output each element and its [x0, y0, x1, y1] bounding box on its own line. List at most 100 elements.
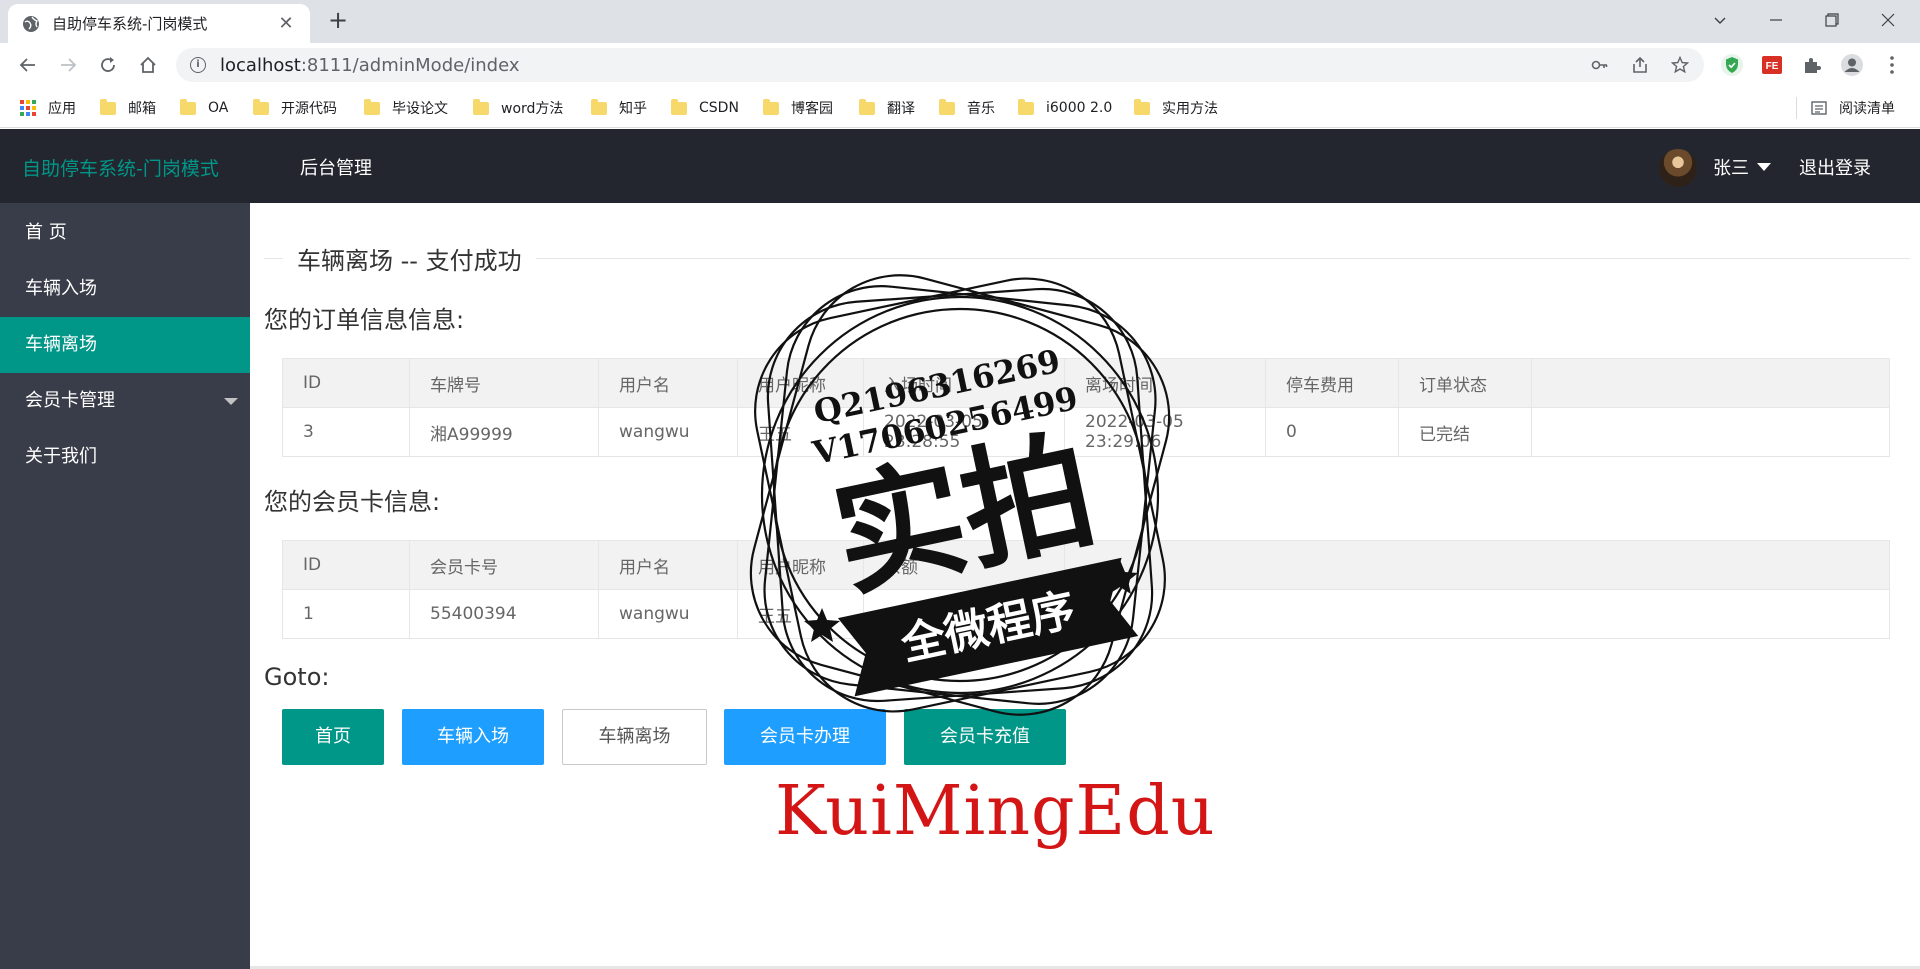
- bookmark-label: CSDN: [699, 100, 739, 116]
- table-cell: 1: [282, 589, 410, 639]
- folder-icon: [763, 98, 779, 115]
- back-icon[interactable]: [12, 49, 44, 81]
- folder-icon: [859, 98, 875, 115]
- table-header: 会员卡号: [409, 540, 599, 590]
- new-tab-button[interactable]: +: [324, 6, 352, 34]
- apps-grid-icon: [20, 100, 36, 116]
- bookmark-folder[interactable]: CSDN: [671, 97, 739, 119]
- app-header: 自助停车系统-门岗模式 后台管理 张三 退出登录: [0, 129, 1920, 203]
- bookmark-folder[interactable]: 翻译: [859, 97, 915, 119]
- bookmark-label: 博客园: [791, 101, 833, 117]
- url-host: localhost: [220, 54, 301, 76]
- globe-icon: [23, 15, 39, 32]
- bookmark-label: 实用方法: [1162, 101, 1218, 117]
- bookmark-label: 知乎: [619, 101, 647, 117]
- table-cell: [1531, 407, 1890, 457]
- table-cell: 0: [1265, 407, 1399, 457]
- user-name[interactable]: 张三: [1713, 154, 1749, 180]
- folder-icon: [473, 98, 489, 115]
- bookmark-label: word方法: [501, 101, 564, 117]
- kebab-menu-icon[interactable]: [1880, 53, 1904, 77]
- bookmark-folder[interactable]: 知乎: [591, 97, 647, 119]
- sidebar-item-vehicle-exit[interactable]: 车辆离场: [0, 317, 250, 373]
- bookmark-label: 邮箱: [128, 101, 156, 117]
- sidebar-item-member-card[interactable]: 会员卡管理: [0, 373, 250, 429]
- folder-icon: [1018, 98, 1034, 115]
- chevron-down-icon[interactable]: [1692, 0, 1748, 40]
- bookmark-folder[interactable]: 博客园: [763, 97, 833, 119]
- home-icon[interactable]: [132, 49, 164, 81]
- forward-icon[interactable]: [52, 49, 84, 81]
- page-title: 车辆离场 -- 支付成功: [283, 241, 536, 276]
- bookmark-label: 翻译: [887, 101, 915, 117]
- bookmark-label: 毕设论文: [392, 101, 448, 117]
- sidebar-item-label: 会员卡管理: [25, 390, 115, 411]
- fe-extension-icon[interactable]: FE: [1760, 53, 1784, 77]
- bookmark-folder[interactable]: 开源代码: [253, 97, 337, 119]
- bookmark-label: i6000 2.0: [1046, 100, 1113, 116]
- table-cell: wangwu: [598, 589, 738, 639]
- profile-icon[interactable]: [1840, 53, 1864, 77]
- minimize-button[interactable]: [1748, 0, 1804, 40]
- bookmarks-bar: 应用 邮箱 OA 开源代码 毕设论文 word方法 知乎 CSDN 博客园 翻译…: [0, 87, 1920, 128]
- bookmark-folder[interactable]: OA: [180, 97, 228, 119]
- site-info-icon[interactable]: i: [190, 57, 206, 73]
- sidebar: 首 页 车辆入场 车辆离场 会员卡管理 关于我们: [0, 203, 250, 969]
- logout-link[interactable]: 退出登录: [1799, 154, 1871, 180]
- folder-icon: [591, 98, 607, 115]
- bookmark-label: OA: [208, 100, 229, 116]
- table-cell: wangwu: [598, 407, 738, 457]
- app-logo[interactable]: 自助停车系统-门岗模式: [22, 154, 219, 181]
- chevron-down-icon: [224, 398, 238, 405]
- table-cell: 3: [282, 407, 410, 457]
- watermark-footer: KuiMingEdu: [775, 772, 1216, 851]
- browser-tab[interactable]: 自助停车系统-门岗模式 ✕: [8, 4, 310, 43]
- bookmark-label: 开源代码: [281, 101, 337, 117]
- avatar[interactable]: [1659, 149, 1697, 187]
- table-header: ID: [282, 540, 410, 590]
- bookmark-star-icon[interactable]: [1670, 55, 1690, 76]
- key-icon[interactable]: [1590, 56, 1610, 76]
- bookmark-folder[interactable]: 实用方法: [1134, 97, 1218, 119]
- table-header: ID: [282, 358, 410, 408]
- browser-toolbar: i localhost:8111/adminMode/index FE: [0, 43, 1920, 87]
- table-header: 订单状态: [1398, 358, 1532, 408]
- bookmark-folder[interactable]: 音乐: [939, 97, 995, 119]
- address-bar[interactable]: i localhost:8111/adminMode/index: [176, 48, 1704, 82]
- table-cell: 已完结: [1398, 407, 1532, 457]
- user-menu-caret-icon[interactable]: [1757, 163, 1771, 171]
- bookmark-apps[interactable]: 应用: [20, 97, 76, 119]
- sidebar-item-about[interactable]: 关于我们: [0, 429, 250, 485]
- table-header: 停车费用: [1265, 358, 1399, 408]
- browser-tab-bar: 自助停车系统-门岗模式 ✕ +: [0, 0, 1920, 43]
- tab-close-icon[interactable]: ✕: [276, 13, 296, 34]
- bookmark-label: 音乐: [967, 101, 995, 117]
- goto-label: Goto:: [264, 663, 330, 691]
- bookmark-folder[interactable]: 邮箱: [100, 97, 156, 119]
- bookmark-folder[interactable]: word方法: [473, 97, 563, 119]
- goto-vehicle-entry-button[interactable]: 车辆入场: [402, 709, 544, 765]
- folder-icon: [180, 98, 196, 115]
- fe-extension-label: FE: [1766, 61, 1779, 72]
- sidebar-item-home[interactable]: 首 页: [0, 205, 250, 261]
- table-header: 用户名: [598, 358, 738, 408]
- folder-icon: [671, 98, 687, 115]
- reload-icon[interactable]: [92, 49, 124, 81]
- shield-extension-icon[interactable]: [1720, 53, 1744, 77]
- table-cell: 55400394: [409, 589, 599, 639]
- table-header: 用户名: [598, 540, 738, 590]
- folder-icon: [939, 98, 955, 115]
- goto-home-button[interactable]: 首页: [282, 709, 384, 765]
- close-window-button[interactable]: [1860, 0, 1916, 40]
- goto-vehicle-exit-button[interactable]: 车辆离场: [562, 709, 707, 765]
- bookmark-folder[interactable]: i6000 2.0: [1018, 97, 1112, 119]
- tab-title: 自助停车系统-门岗模式: [52, 15, 208, 33]
- puzzle-extension-icon[interactable]: [1800, 53, 1824, 77]
- reading-list[interactable]: 阅读清单: [1796, 97, 1895, 119]
- bookmark-folder[interactable]: 毕设论文: [364, 97, 448, 119]
- restore-button[interactable]: [1804, 0, 1860, 40]
- reading-list-label: 阅读清单: [1839, 101, 1895, 117]
- share-icon[interactable]: [1630, 56, 1650, 76]
- nav-admin[interactable]: 后台管理: [300, 154, 372, 180]
- sidebar-item-vehicle-entry[interactable]: 车辆入场: [0, 261, 250, 317]
